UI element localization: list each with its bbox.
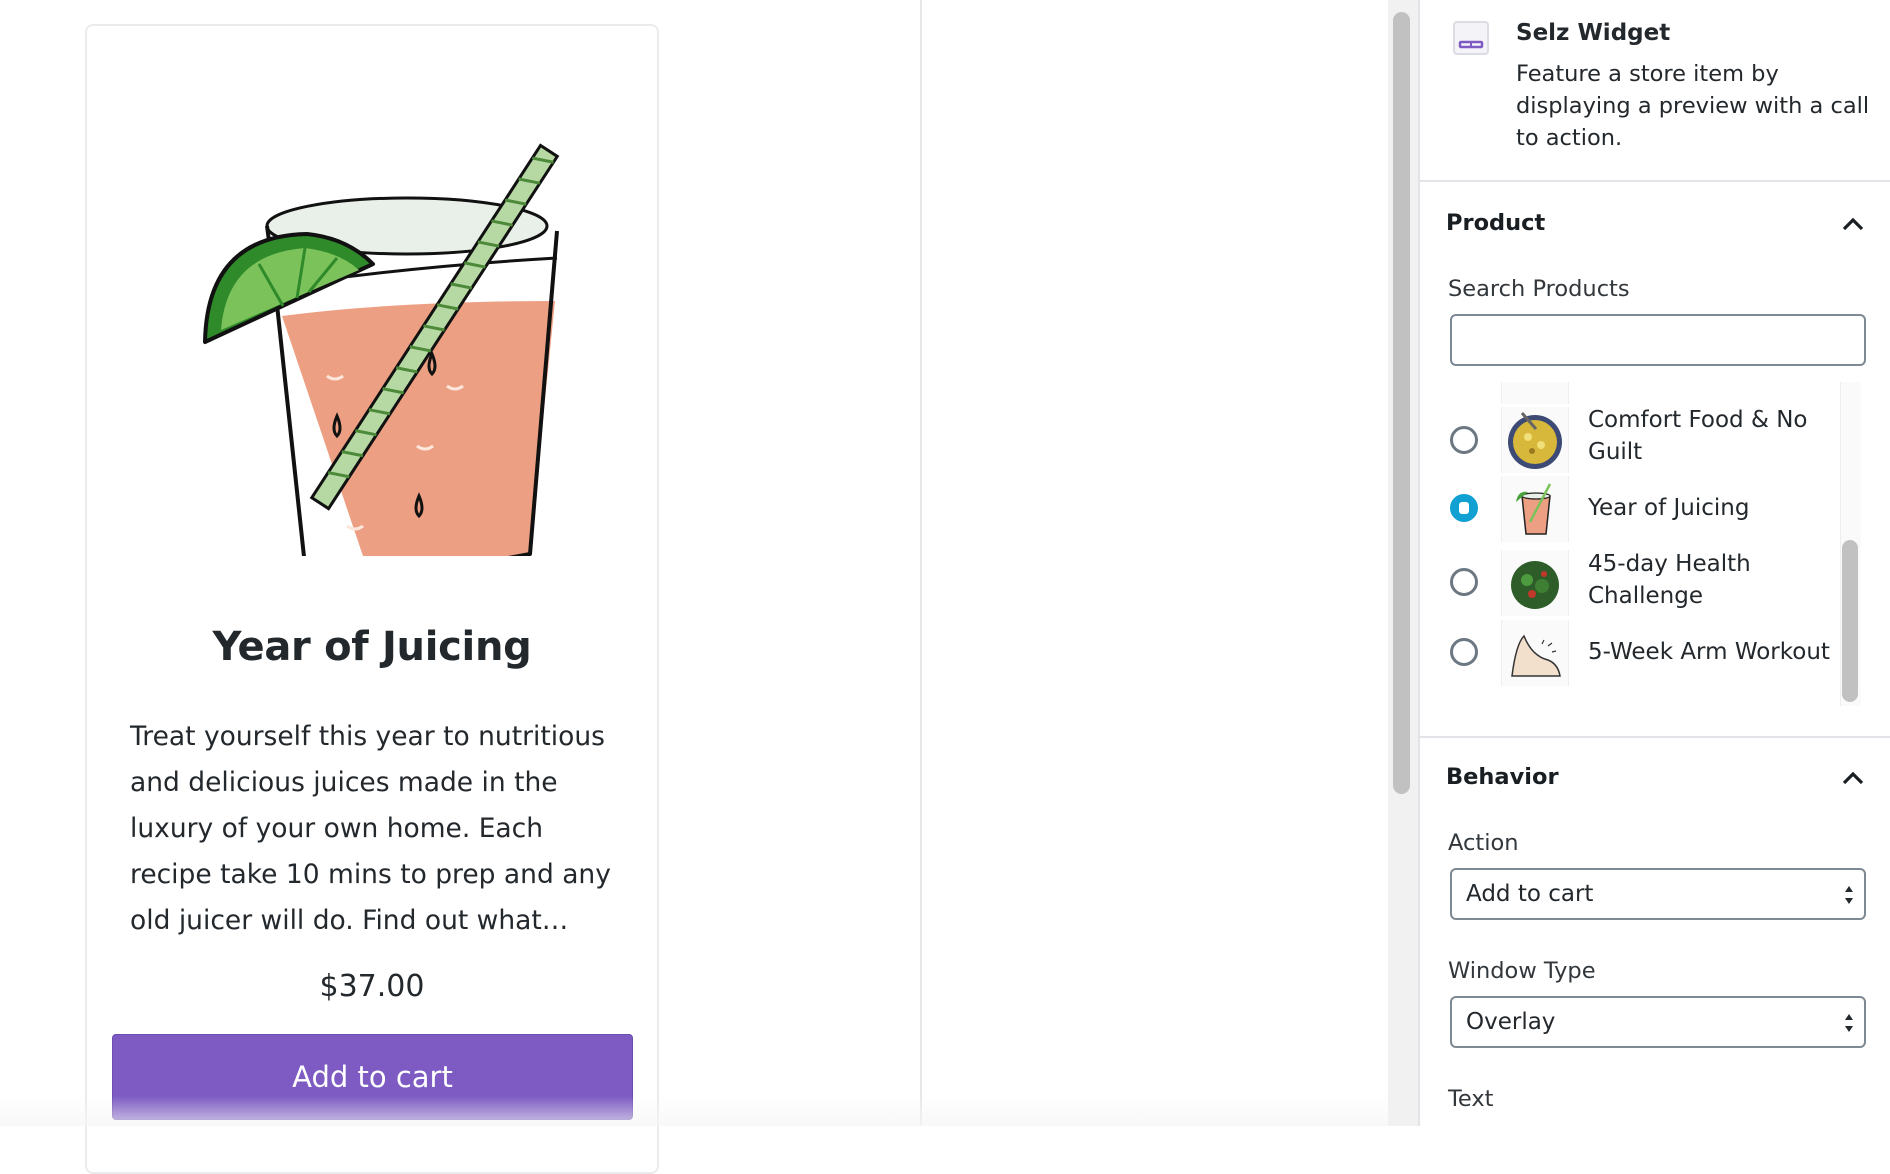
product-radio[interactable]	[1450, 638, 1478, 666]
text-label: Text	[1448, 1086, 1494, 1112]
canvas-bottom-fade	[0, 1096, 1390, 1126]
panel-divider	[1420, 736, 1890, 738]
chevron-up-icon[interactable]	[1840, 214, 1866, 234]
product-option-label: 45-day Health Challenge	[1588, 551, 1751, 609]
search-products-input[interactable]	[1450, 314, 1866, 366]
action-label: Action	[1448, 830, 1519, 856]
window-type-select-value: Overlay	[1466, 1009, 1556, 1035]
product-panel-toggle[interactable]: Product	[1420, 196, 1890, 256]
window-type-label: Window Type	[1448, 958, 1596, 984]
product-option-health-challenge[interactable]: 45-day Health Challenge	[1420, 548, 1860, 620]
product-title: Year of Juicing	[212, 624, 532, 670]
product-list: Comfort Food & No Guilt Year of Juicing …	[1420, 382, 1890, 706]
product-option-year-of-juicing[interactable]: Year of Juicing	[1420, 476, 1860, 548]
product-description: Treat yourself this year to nutritious a…	[130, 721, 611, 936]
editor-canvas: Year of Juicing Treat yourself this year…	[0, 0, 1390, 1174]
search-products-label: Search Products	[1448, 276, 1630, 302]
product-list-scrollbar-thumb[interactable]	[1842, 540, 1858, 702]
action-select-value: Add to cart	[1466, 881, 1594, 907]
block-card: Selz Widget Feature a store item by disp…	[1420, 0, 1890, 182]
product-price: $37.00	[319, 969, 425, 1004]
action-select[interactable]: Add to cart	[1450, 868, 1866, 920]
select-arrows-icon	[1845, 886, 1853, 904]
product-option-arm-workout[interactable]: 5-Week Arm Workout	[1420, 620, 1860, 692]
column-divider	[920, 0, 922, 1126]
block-title: Selz Widget	[1516, 20, 1671, 46]
select-arrows-icon	[1845, 1014, 1853, 1032]
chevron-up-icon[interactable]	[1840, 768, 1866, 788]
product-option-label: Year of Juicing	[1588, 495, 1750, 521]
product-radio[interactable]	[1450, 568, 1478, 596]
product-option-label: 5-Week Arm Workout	[1588, 639, 1830, 665]
product-thumbnail-partial	[1501, 382, 1569, 404]
product-panel-title: Product	[1446, 210, 1546, 236]
salad-thumbnail	[1501, 550, 1569, 616]
window-type-select[interactable]: Overlay	[1450, 996, 1866, 1048]
widget-icon	[1453, 21, 1489, 55]
block-inspector-sidebar: Selz Widget Feature a store item by disp…	[1420, 0, 1890, 1126]
juice-thumbnail	[1501, 476, 1569, 542]
arm-thumbnail	[1501, 620, 1569, 686]
behavior-panel-title: Behavior	[1446, 764, 1559, 790]
bowl-thumbnail	[1501, 407, 1569, 473]
block-description: Feature a store item by displaying a pre…	[1516, 61, 1870, 151]
behavior-panel-toggle[interactable]: Behavior	[1420, 750, 1890, 810]
product-option-comfort-food[interactable]: Comfort Food & No Guilt	[1420, 404, 1860, 476]
product-radio[interactable]	[1450, 426, 1478, 454]
product-card[interactable]: Year of Juicing Treat yourself this year…	[85, 24, 659, 1174]
juice-glass-illustration	[203, 143, 560, 556]
product-option-label: Comfort Food & No Guilt	[1588, 407, 1808, 465]
product-radio-selected[interactable]	[1450, 494, 1478, 522]
editor-scrollbar-thumb[interactable]	[1393, 12, 1410, 794]
